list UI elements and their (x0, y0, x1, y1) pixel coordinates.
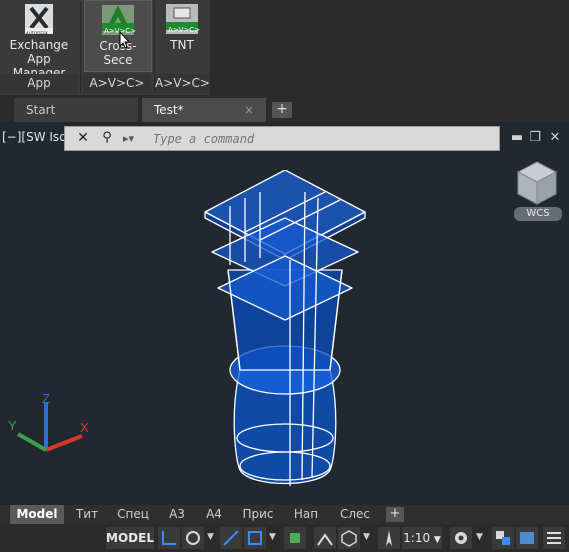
ribbon: AUTODESK Exchange App Manager A>V>C> Cro… (0, 0, 569, 109)
object-snap-icon[interactable] (244, 527, 266, 549)
tab-test[interactable]: Test* × (142, 98, 266, 122)
viewcube-icon[interactable] (512, 158, 562, 208)
new-tab-button[interactable]: + (272, 102, 292, 118)
panel-title-avc: A>V>C> (83, 74, 151, 93)
selection-cycling-icon[interactable] (314, 527, 336, 549)
tab-layout[interactable]: Спец (110, 505, 156, 524)
tab-layout[interactable]: Тит (68, 505, 106, 524)
exchange-app-manager-button[interactable]: AUTODESK Exchange App Manager (2, 0, 76, 80)
new-layout-button[interactable]: + (386, 507, 404, 522)
x-axis-label: X (80, 420, 89, 435)
panel-title-avc: A>V>C> (155, 74, 210, 93)
3d-object-snap-icon[interactable] (338, 527, 360, 549)
annotation-scale-value: 1:10 (403, 531, 431, 545)
tab-start[interactable]: Start (14, 98, 138, 122)
maximize-icon[interactable]: ❐ (528, 130, 542, 145)
cross-section-label: Cross-Sece (99, 39, 137, 67)
tab-model[interactable]: Model (10, 505, 64, 524)
transparency-icon[interactable] (284, 527, 306, 549)
autocad-window: AUTODESK Exchange App Manager A>V>C> Cro… (0, 0, 569, 552)
command-prompt-icon[interactable]: ▸▾ (123, 130, 145, 148)
model-space-button[interactable]: MODEL (106, 527, 154, 549)
isodraft-icon[interactable] (220, 527, 242, 549)
mouse-cursor-icon (119, 31, 131, 49)
menu-icon[interactable] (543, 527, 565, 549)
ucs-axes-icon: Z X Y (8, 394, 89, 452)
document-tab-bar: Start Test* × + (0, 95, 569, 122)
y-axis-label: Y (8, 418, 17, 433)
tab-layout[interactable]: Слес (330, 505, 380, 524)
panel-title-app-manager: App Manager (0, 74, 78, 109)
avc-tnt-icon: A>V>C> (166, 4, 201, 34)
cross-section-button[interactable]: A>V>C> Cross-Sece (84, 0, 152, 72)
minimize-icon[interactable]: ▬ (510, 130, 524, 145)
ribbon-empty-area (210, 0, 569, 95)
drawing-viewport[interactable]: [−][SW Isome][Fa] ✕ ⚲ ▸▾ ▬ ❐ ✕ WCS (0, 122, 569, 505)
grid-display-icon[interactable] (158, 527, 180, 549)
gear-icon[interactable] (450, 527, 472, 549)
tab-test-label: Test* (154, 103, 184, 117)
tab-layout[interactable]: Прис (234, 505, 282, 524)
chevron-down-icon[interactable]: ▼ (363, 532, 370, 542)
search-icon[interactable]: ⚲ (97, 130, 117, 148)
isolate-objects-icon[interactable] (492, 527, 514, 549)
status-bar: MODEL ▼ ▼ ▼ 1:10 ▼ ▼ (0, 524, 569, 552)
command-line: ✕ ⚲ ▸▾ (64, 126, 500, 151)
polar-tracking-icon[interactable] (182, 527, 204, 549)
avc-badge: A>V>C> (168, 26, 201, 34)
tab-layout[interactable]: A3 (160, 505, 194, 524)
chevron-down-icon: ▼ (433, 535, 441, 545)
tnt-label: TNT (170, 38, 194, 52)
close-icon[interactable]: ✕ (548, 130, 562, 145)
hardware-acceleration-icon[interactable] (516, 527, 538, 549)
annotation-visibility-icon[interactable] (378, 527, 400, 549)
chevron-down-icon[interactable]: ▼ (207, 532, 214, 542)
command-input[interactable] (153, 129, 493, 148)
autodesk-exchange-icon: AUTODESK (23, 4, 55, 36)
z-axis-label: Z (42, 394, 50, 406)
3d-solid-model[interactable] (190, 170, 380, 490)
chevron-down-icon[interactable]: ▼ (269, 532, 276, 542)
wcs-menu-button[interactable]: WCS (514, 207, 562, 221)
tab-layout[interactable]: Нап (285, 505, 327, 524)
layout-tab-bar: Model Тит Спец A3 A4 Прис Нап Слес + (0, 505, 569, 524)
tab-layout[interactable]: A4 (197, 505, 231, 524)
autodesk-wordmark: AUTODESK (26, 31, 49, 36)
tnt-button[interactable]: A>V>C> TNT (158, 0, 206, 72)
close-tab-icon[interactable]: × (244, 98, 254, 122)
annotation-scale-select[interactable]: 1:10 ▼ (402, 527, 442, 549)
chevron-down-icon[interactable]: ▼ (476, 532, 483, 542)
ribbon-separator (80, 2, 81, 92)
close-icon[interactable]: ✕ (73, 130, 93, 148)
